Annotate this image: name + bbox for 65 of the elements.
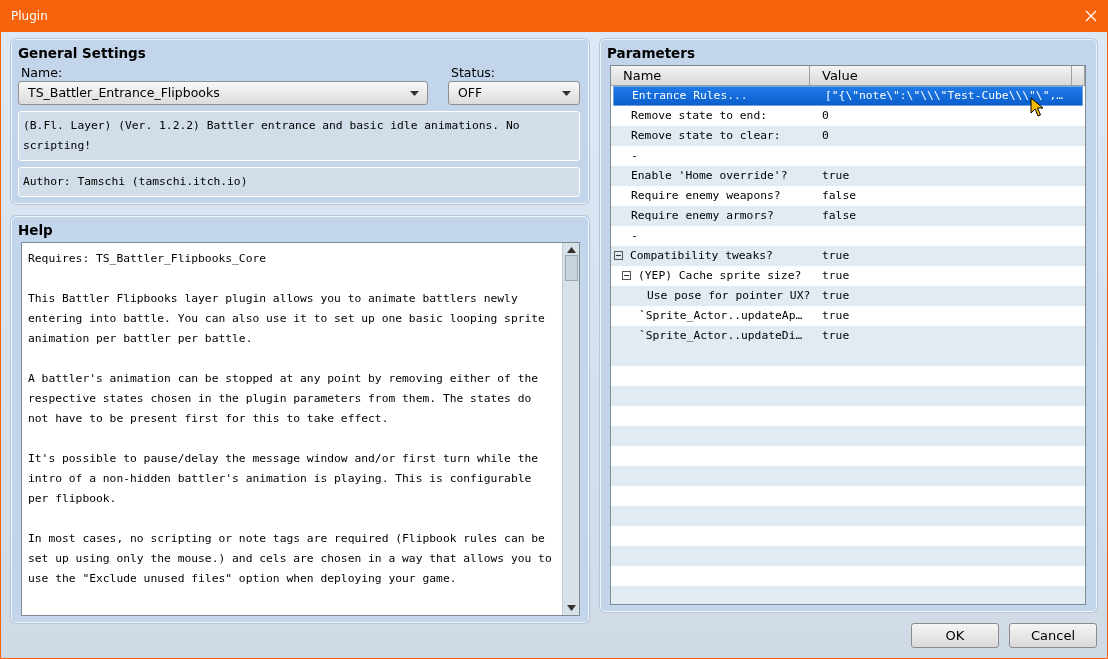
parameter-value: 0 [821,127,829,144]
panel-title: Help [18,221,54,239]
parameter-row[interactable]: - [611,226,1085,246]
parameter-row[interactable]: Enable 'Home override'? true [611,166,1085,186]
caret-icon [410,90,419,96]
help-paragraph: A battler's animation can be stopped at any point by removing either of the respective states chosen in the plugin parameters from them. The states do not have to be present first for this to take effect. [28,371,540,427]
parameter-value: true [821,167,850,184]
parameter-row[interactable]: `Sprite_Actor..updateDi… true [611,326,1085,346]
name-dropdown[interactable]: TS_Battler_Entrance_Flipbooks [18,81,428,105]
column-header[interactable]: Name [611,66,810,85]
parameter-name: Remove state to end: [631,107,768,124]
panel-title: General Settings [18,44,147,62]
parameter-name: - [631,227,638,244]
parameter-value: true [821,307,850,324]
scroll-up-icon[interactable] [566,247,576,253]
caret-icon [562,90,571,96]
parameter-row[interactable]: (YEP) Cache sprite size? true [611,266,1085,286]
parameter-value: ["{\"note\":\"\\\"Test-Cube\\\"\",… [824,87,1064,104]
scroll-down-icon[interactable] [566,605,576,611]
parameter-row[interactable]: Require enemy armors? false [611,206,1085,226]
scroll-thumb[interactable] [564,255,578,281]
parameter-name: `Sprite_Actor..updateDi… [639,327,803,344]
ok-button[interactable]: OK [911,623,999,648]
parameter-row[interactable]: - [611,146,1085,166]
parameter-name: - [631,147,638,164]
field-label: Status: [450,64,497,81]
parameter-value: false [821,187,856,204]
parameter-row[interactable]: Remove state to clear: 0 [611,126,1085,146]
parameter-name: (YEP) Cache sprite size? [638,267,802,284]
parameter-name: Entrance Rules... [632,87,748,104]
help-paragraph: It's possible to pause/delay the message window and/or first turn while the intro of a non-hidden battler's animation is playing. This is configurable per flipbook. [28,451,540,507]
field-label: Name: [20,64,64,81]
collapse-icon[interactable] [615,251,624,261]
status-dropdown[interactable]: OFF [448,81,580,105]
close-icon[interactable] [1085,10,1097,22]
parameter-name: `Sprite_Actor..updateAp… [639,307,803,324]
author-text: Author: Tamschi (tamschi.itch.io) [18,167,580,197]
scrollbar[interactable] [562,243,579,615]
help-paragraph: Requires: TS_Battler_Flipbooks_Core [28,251,268,267]
parameter-name: Remove state to clear: [631,127,781,144]
description-text: (B.Fl. Layer) (Ver. 1.2.2) Battler entrance and basic idle animations. No scripting! [18,111,580,161]
help-paragraph: In most cases, no scripting or note tags are required (Flipbook rules can be set up using only the mouse.) and cels are chosen in a way that allows you to use the "Exclude unused files" option when deploying your game. [28,531,553,587]
column-header[interactable]: Value [810,66,1072,85]
parameter-row[interactable]: Require enemy weapons? false [611,186,1085,206]
help-paragraph: This Battler Flipbooks layer plugin allows you to animate battlers newly entering into battle. You can also use it to set up one basic looping sprite animation per battler per battle. [28,291,546,347]
parameter-name: Compatibility tweaks? [630,247,773,264]
parameter-name: Use pose for pointer UX? [647,287,810,304]
parameter-row[interactable]: Entrance Rules... ["{\"note\":\"\\\"Test-Cube\\\"\",… [613,86,1083,106]
cancel-button[interactable]: Cancel [1009,623,1097,648]
parameter-value: true [821,267,850,284]
parameter-row[interactable]: `Sprite_Actor..updateAp… true [611,306,1085,326]
collapse-icon[interactable] [623,271,632,281]
panel-title: Parameters [607,44,696,62]
window-title: Plugin [11,8,48,25]
parameter-value: true [821,247,850,264]
parameter-value: false [821,207,856,224]
parameter-row[interactable]: Remove state to end: 0 [611,106,1085,126]
parameter-name: Enable 'Home override'? [631,167,788,184]
parameter-name: Require enemy weapons? [631,187,781,204]
parameter-name: Require enemy armors? [631,207,774,224]
parameter-value: true [821,287,850,304]
parameter-row[interactable]: Use pose for pointer UX? true [611,286,1085,306]
parameter-row[interactable]: Compatibility tweaks? true [611,246,1085,266]
parameter-value: true [821,327,850,344]
parameter-value: 0 [821,107,829,124]
